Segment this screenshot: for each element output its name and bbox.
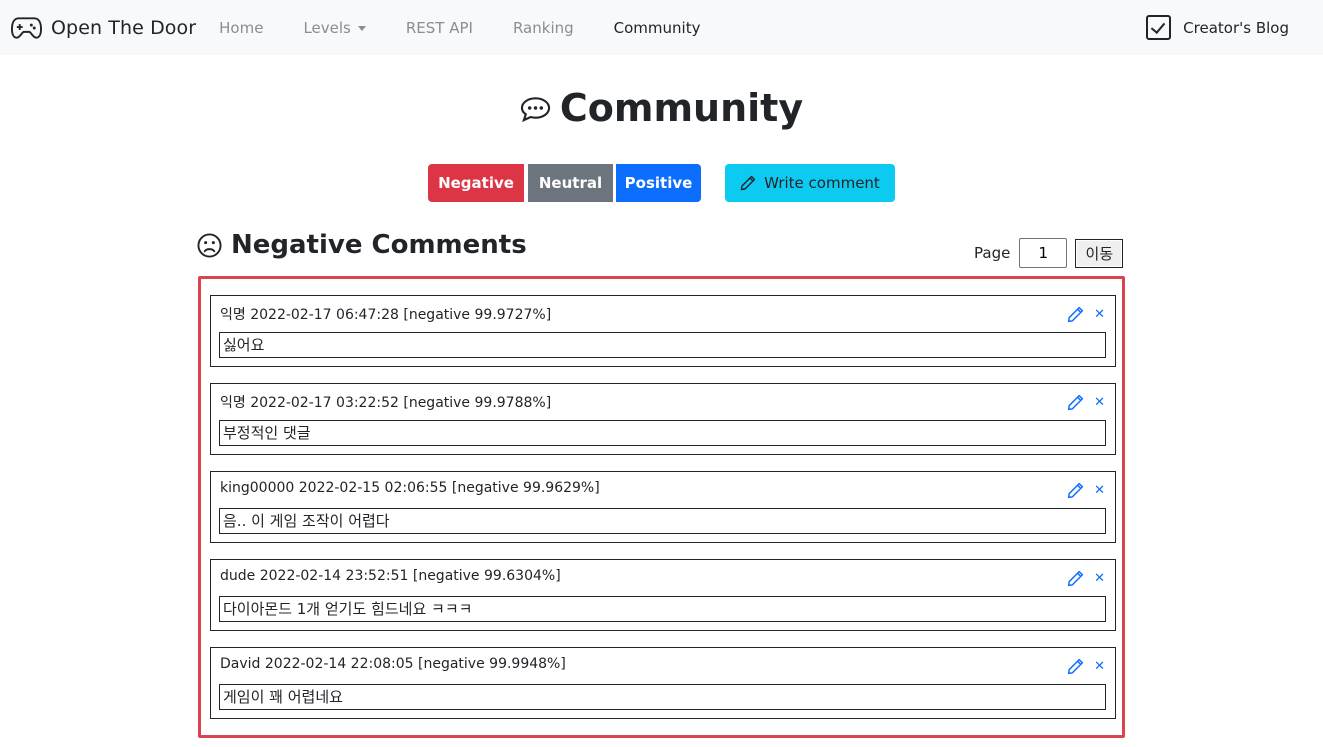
delete-x-icon[interactable]: ✕: [1094, 484, 1105, 497]
comment-header: David 2022-02-14 22:08:05 [negative 99.9…: [220, 656, 566, 672]
neutral-filter-button[interactable]: Neutral: [528, 164, 613, 202]
comment-list: 익명 2022-02-17 06:47:28 [negative 99.9727…: [198, 276, 1125, 738]
edit-pencil-icon[interactable]: [1067, 306, 1084, 323]
page-number-input[interactable]: [1019, 238, 1068, 268]
write-comment-label: Write comment: [764, 174, 880, 192]
delete-x-icon[interactable]: ✕: [1094, 396, 1105, 409]
comment-meta: 2022-02-15 02:06:55 [negative 99.9629%]: [298, 480, 600, 496]
delete-x-icon[interactable]: ✕: [1094, 572, 1105, 585]
comment-header: dude 2022-02-14 23:52:51 [negative 99.63…: [220, 568, 561, 584]
write-comment-button[interactable]: Write comment: [725, 164, 895, 202]
page-heading: Community: [0, 86, 1323, 130]
negative-filter-button[interactable]: Negative: [428, 164, 524, 202]
comment-text: 다이아몬드 1개 얻기도 힘드네요 ㅋㅋㅋ: [219, 596, 1106, 622]
section-heading: Negative Comments: [197, 230, 527, 260]
comment-author: 익명: [220, 395, 246, 411]
comment-card: king00000 2022-02-15 02:06:55 [negative …: [210, 471, 1116, 543]
nav-link-rest-api[interactable]: REST API: [386, 19, 493, 37]
creators-blog-link[interactable]: Creator's Blog: [1146, 15, 1289, 40]
comment-card: 익명 2022-02-17 03:22:52 [negative 99.9788…: [210, 383, 1116, 455]
comment-actions: ✕: [1067, 394, 1105, 411]
comment-actions: ✕: [1067, 570, 1105, 587]
comment-text: 게임이 꽤 어렵네요: [219, 684, 1106, 710]
comment-author: king00000: [220, 480, 295, 496]
nav-link-levels[interactable]: Levels: [283, 19, 385, 37]
comment-actions: ✕: [1067, 306, 1105, 323]
go-button[interactable]: 이동: [1075, 238, 1124, 268]
creators-blog-label: Creator's Blog: [1183, 18, 1289, 37]
delete-x-icon[interactable]: ✕: [1094, 660, 1105, 673]
comment-actions: ✕: [1067, 482, 1105, 499]
nav-link-levels-label: Levels: [303, 18, 351, 37]
nav-links: Home Levels REST API Ranking Community: [199, 19, 720, 37]
nav-link-community[interactable]: Community: [594, 19, 721, 37]
gamepad-icon: [11, 16, 42, 39]
comment-actions: ✕: [1067, 658, 1105, 675]
delete-x-icon[interactable]: ✕: [1094, 308, 1105, 321]
comment-text: 부정적인 댓글: [219, 420, 1106, 446]
comment-header: king00000 2022-02-15 02:06:55 [negative …: [220, 480, 600, 496]
check-square-icon: [1146, 15, 1172, 40]
nav-link-home[interactable]: Home: [199, 19, 283, 37]
edit-pencil-icon[interactable]: [1067, 570, 1084, 587]
comment-card: David 2022-02-14 22:08:05 [negative 99.9…: [210, 647, 1116, 719]
pagination-control: Page 이동: [974, 238, 1124, 268]
edit-pencil-icon[interactable]: [1067, 658, 1084, 675]
section-title: Negative Comments: [231, 230, 527, 260]
comment-card: dude 2022-02-14 23:52:51 [negative 99.63…: [210, 559, 1116, 631]
positive-filter-button[interactable]: Positive: [616, 164, 701, 202]
comment-text: 음.. 이 게임 조작이 어렵다: [219, 508, 1106, 534]
comment-meta: 2022-02-14 23:52:51 [negative 99.6304%]: [259, 568, 561, 584]
comment-header: 익명 2022-02-17 03:22:52 [negative 99.9788…: [220, 392, 551, 412]
chat-bubble-icon: [520, 97, 550, 123]
comment-author: dude: [220, 568, 256, 584]
comment-meta: 2022-02-17 06:47:28 [negative 99.9727%]: [250, 307, 552, 323]
edit-pencil-icon[interactable]: [1067, 482, 1084, 499]
comment-author: David: [220, 656, 261, 672]
sentiment-filter-group: Negative Neutral Positive: [428, 164, 701, 202]
comment-text: 싫어요: [219, 332, 1106, 358]
nav-link-ranking[interactable]: Ranking: [493, 19, 594, 37]
caret-down-icon: [357, 25, 366, 31]
edit-pencil-icon[interactable]: [1067, 394, 1084, 411]
comment-header: 익명 2022-02-17 06:47:28 [negative 99.9727…: [220, 304, 551, 324]
comment-meta: 2022-02-14 22:08:05 [negative 99.9948%]: [264, 656, 566, 672]
sad-face-icon: [197, 232, 222, 258]
page-title: Community: [559, 86, 804, 130]
top-navbar: Open The Door Home Levels REST API Ranki…: [0, 0, 1323, 55]
comment-card: 익명 2022-02-17 06:47:28 [negative 99.9727…: [210, 295, 1116, 367]
brand-name: Open The Door: [51, 16, 197, 39]
pencil-icon: [740, 175, 756, 191]
page-label: Page: [974, 244, 1011, 262]
comment-meta: 2022-02-17 03:22:52 [negative 99.9788%]: [250, 395, 552, 411]
brand-link[interactable]: Open The Door: [11, 16, 196, 40]
comment-author: 익명: [220, 307, 246, 323]
